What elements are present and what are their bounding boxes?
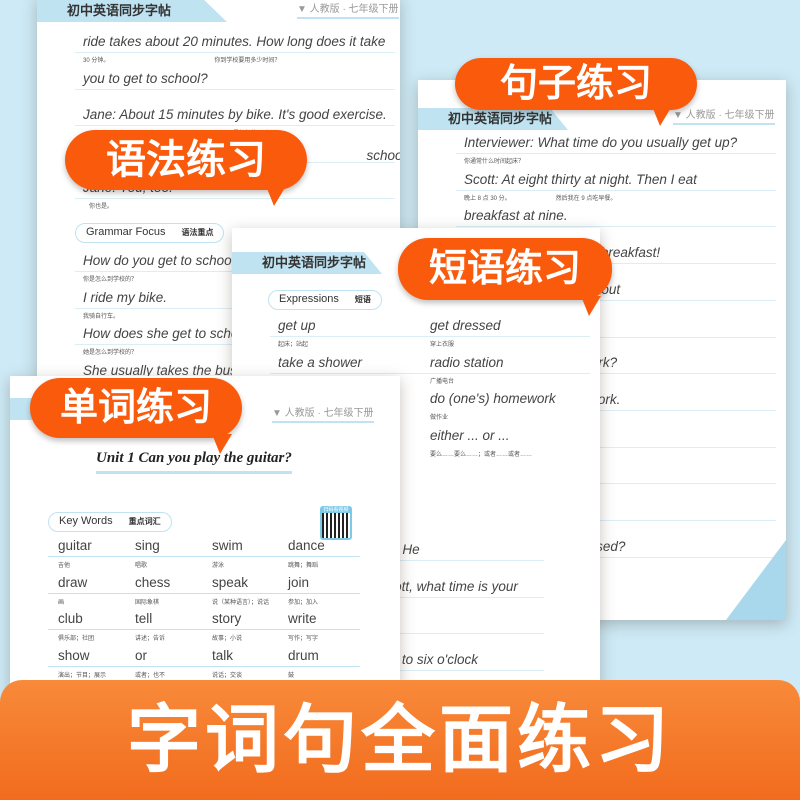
- word-translation: 吉他: [58, 563, 71, 569]
- key-word: swim: [212, 538, 243, 553]
- word-translation: 故事；小说: [212, 636, 243, 642]
- edition-label: ▼ 人教版 · 七年级下册: [673, 106, 775, 125]
- english-text: How does she get to school?: [83, 326, 257, 341]
- english-text: do (one's) homework: [430, 391, 556, 406]
- english-text: radio station: [430, 354, 504, 370]
- book-title: 初中英语同步字帖: [232, 252, 382, 274]
- word-translation: 国际象棋: [135, 599, 160, 606]
- key-word: chess: [135, 574, 171, 590]
- section-tag-grammar-focus: Grammar Focus 语法重点: [75, 223, 225, 243]
- section-cn: 短语: [354, 295, 371, 304]
- key-word: story: [212, 611, 242, 626]
- word-translation: 讲述；告诉: [135, 636, 166, 642]
- word-translation: 说话；交谈: [212, 672, 243, 679]
- word-translation: 唱歌: [135, 563, 148, 569]
- ruled-line: [48, 665, 360, 667]
- section-cn: 语法重点: [181, 228, 214, 237]
- book-title: 初中英语同步字帖: [37, 0, 227, 22]
- word-translation: 参加；加入: [288, 599, 319, 606]
- english-text: Jane: About 15 minutes by bike. It's goo…: [83, 107, 387, 122]
- bubble-phrase-practice: 短语练习: [398, 238, 612, 316]
- bubble-grammar-practice: 语法练习: [65, 130, 307, 206]
- word-translation: 写作；写字: [288, 636, 319, 642]
- english-text: get dressed: [430, 318, 501, 333]
- ruled-line: [75, 198, 395, 199]
- english-text: Interviewer: What time do you usually ge…: [464, 135, 738, 150]
- section-cn: 重点词汇: [128, 517, 161, 526]
- word-translation: 跳舞；舞蹈: [288, 563, 319, 569]
- key-word: draw: [58, 574, 88, 590]
- edition-label: ▼ 人教版 · 七年级下册: [297, 0, 399, 19]
- chinese-translation: 要么……要么……；或者……或者……: [430, 451, 533, 458]
- section-tag-key-words: Key Words 重点词汇: [48, 512, 172, 532]
- banner-text: 字词句全面练习: [127, 698, 673, 781]
- section-en: Key Words: [59, 515, 113, 527]
- key-word: dance: [288, 538, 325, 553]
- ruled-line: [270, 336, 590, 337]
- word-translation: 画: [58, 599, 65, 606]
- chinese-translation: 你通常什么时间起床？: [464, 159, 525, 165]
- chinese-translation: 起床；站起: [278, 342, 309, 348]
- word-translation: 鼓: [288, 672, 295, 679]
- ruled-line: [270, 372, 590, 374]
- word-translation: 或者；也不: [135, 672, 166, 679]
- key-word: show: [58, 647, 90, 663]
- brush-stroke-decoration: [726, 540, 786, 620]
- key-word: write: [288, 611, 317, 626]
- chinese-translation: 我骑自行车。: [83, 313, 120, 320]
- ruled-line: [48, 592, 360, 594]
- word-translation: 说（某种语言）；说话: [212, 599, 270, 606]
- key-word: join: [288, 574, 310, 590]
- word-translation: 演出；节目；展示: [58, 672, 107, 679]
- english-text: breakfast at nine.: [464, 208, 568, 224]
- key-word: talk: [212, 647, 234, 663]
- english-text: take a shower: [278, 354, 363, 370]
- qr-label: 扫码看视频: [322, 506, 350, 513]
- unit-title: Unit 1 Can you play the guitar?: [96, 450, 292, 474]
- key-word: guitar: [58, 538, 92, 553]
- bubble-sentence-practice: 句子练习: [455, 58, 697, 126]
- ruled-line: [456, 153, 776, 154]
- english-text: get up: [278, 318, 316, 333]
- word-translation: 俱乐部；社团: [58, 636, 95, 642]
- english-text: either ... or ...: [430, 427, 510, 443]
- ruled-line: [456, 189, 776, 191]
- key-word: club: [58, 611, 83, 626]
- key-word: tell: [135, 611, 153, 626]
- section-en: Grammar Focus: [86, 226, 166, 238]
- key-word: drum: [288, 647, 319, 663]
- ruled-line: [75, 88, 395, 90]
- section-en: Expressions: [279, 293, 339, 305]
- english-text: How do you get to school?: [83, 253, 243, 268]
- chinese-translation: 你是怎么到学校的？: [83, 277, 138, 283]
- chinese-translation: 晚上 8 点 30 分。 然后我在 9 点吃早餐。: [464, 195, 617, 202]
- key-word: sing: [135, 538, 160, 553]
- english-text: Scott: At eight thirty at night. Then I …: [464, 171, 697, 187]
- english-text: I ride my bike.: [83, 289, 168, 305]
- section-tag-expressions: Expressions 短语: [268, 290, 382, 310]
- key-word: speak: [212, 574, 249, 590]
- ruled-line: [48, 556, 360, 557]
- key-word: or: [135, 647, 148, 663]
- bottom-banner: 字词句全面练习: [0, 680, 800, 800]
- ruled-line: [75, 52, 395, 53]
- chinese-translation: 你也是。: [83, 204, 114, 210]
- chinese-translation: 30 分钟。 你到学校要用多少时间？: [83, 58, 281, 64]
- english-text: ride takes about 20 minutes. How long do…: [83, 34, 386, 49]
- edition-label: ▼ 人教版 · 七年级下册: [272, 404, 374, 423]
- book-title: 初中英语同步字帖: [418, 108, 568, 130]
- ruled-line: [48, 629, 360, 630]
- word-translation: 游泳: [212, 563, 225, 569]
- bubble-word-practice: 单词练习: [30, 378, 242, 454]
- chinese-translation: 做作业: [430, 415, 449, 421]
- ruled-line: [75, 125, 395, 126]
- english-text: you to get to school?: [83, 70, 208, 86]
- chinese-translation: 广播电台: [430, 378, 455, 385]
- chinese-translation: 穿上衣服: [430, 342, 455, 348]
- chinese-translation: 她是怎么到学校的？: [83, 350, 138, 356]
